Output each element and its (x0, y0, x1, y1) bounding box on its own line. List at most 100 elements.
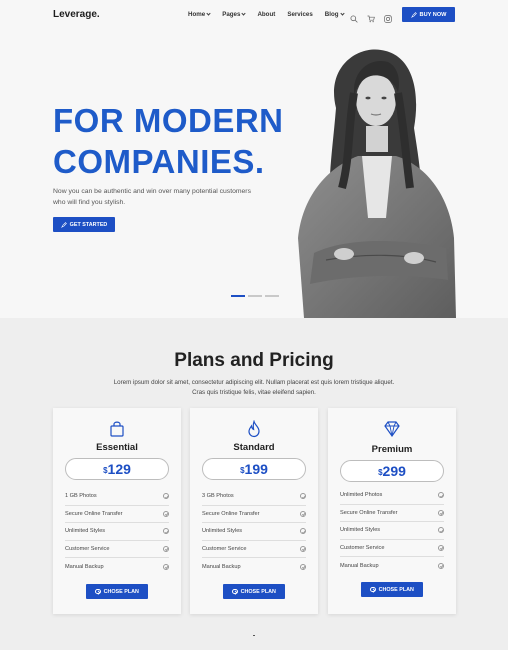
feature-label: Unlimited Styles (65, 528, 106, 535)
hero-section: FOR MODERN COMPANIES. Now you can be aut… (0, 30, 508, 318)
chevron-down-icon (206, 11, 211, 16)
feature-label: Secure Online Transfer (65, 510, 123, 517)
chevron-down-icon (339, 11, 345, 16)
instagram-icon[interactable] (384, 10, 392, 23)
feature-label: Customer Service (202, 545, 247, 552)
rocket-icon (60, 221, 67, 228)
plan-card-essential: Essential $129 1 GB Photos Secure Online… (53, 408, 181, 614)
check-circle-icon (163, 545, 169, 552)
rocket-icon (410, 11, 417, 18)
buy-now-button[interactable]: BUY NOW (402, 7, 455, 22)
choose-plan-button[interactable]: CHOSE PLAN (223, 584, 285, 599)
feature-label: Unlimited Styles (202, 528, 243, 535)
nav-item-home[interactable]: Home (188, 11, 211, 18)
shopping-bag-icon (110, 421, 124, 437)
feature-item: Manual Backup (202, 558, 306, 576)
plan-price: $299 (340, 460, 444, 482)
pricing-section: Plans and Pricing Lorem ipsum dolor sit … (0, 318, 508, 650)
price-amount: 199 (244, 461, 268, 477)
check-circle-icon (438, 544, 444, 551)
feature-label: Customer Service (340, 544, 385, 551)
hero-title: FOR MODERN COMPANIES. (53, 100, 284, 182)
feature-label: 3 GB Photos (202, 493, 234, 500)
nav-item-services[interactable]: Services (287, 11, 312, 18)
logo[interactable]: Leverage. (53, 9, 100, 20)
choose-plan-label: CHOSE PLAN (240, 588, 276, 595)
check-circle-icon (163, 493, 169, 500)
chevron-down-icon (241, 11, 247, 16)
plan-card-premium: Premium $299 Unlimited Photos Secure Onl… (328, 408, 456, 614)
check-circle-icon (438, 492, 444, 499)
feature-item: Secure Online Transfer (340, 505, 444, 522)
plan-features: 1 GB Photos Secure Online Transfer Unlim… (65, 488, 169, 576)
feature-item: 1 GB Photos (65, 488, 169, 506)
feature-item: Customer Service (340, 540, 444, 557)
feature-label: Customer Service (65, 545, 110, 552)
feature-item: Customer Service (202, 541, 306, 558)
check-circle-icon (438, 527, 444, 534)
feature-item: Manual Backup (65, 558, 169, 576)
search-icon[interactable] (350, 10, 358, 23)
slider-dot[interactable] (265, 295, 279, 297)
feature-label: Unlimited Styles (340, 527, 381, 534)
feature-item: Unlimited Styles (202, 523, 306, 541)
feature-item: Unlimited Styles (65, 523, 169, 541)
check-circle-icon (300, 563, 306, 570)
feature-item: Secure Online Transfer (65, 506, 169, 523)
check-circle-icon (438, 562, 444, 569)
arrow-circle-icon (232, 588, 238, 595)
feature-item: Unlimited Photos (340, 487, 444, 505)
plan-name: Essential (96, 442, 138, 453)
slider-dots (231, 295, 279, 297)
plan-price: $199 (202, 458, 306, 480)
check-circle-icon (163, 528, 169, 535)
nav-item-about[interactable]: About (257, 11, 275, 18)
arrow-circle-icon (370, 586, 376, 593)
choose-plan-button[interactable]: CHOSE PLAN (86, 584, 148, 599)
nav-item-label: Pages (222, 11, 241, 18)
choose-plan-label: CHOSE PLAN (378, 586, 414, 593)
get-started-button[interactable]: GET STARTED (53, 217, 115, 232)
price-amount: 129 (107, 461, 131, 477)
scroll-indicator (253, 635, 255, 636)
choose-plan-button[interactable]: CHOSE PLAN (361, 582, 423, 597)
feature-label: 1 GB Photos (65, 493, 97, 500)
pricing-description: Lorem ipsum dolor sit amet, consectetur … (113, 379, 395, 396)
choose-plan-label: CHOSE PLAN (103, 588, 139, 595)
check-circle-icon (438, 509, 444, 516)
feature-label: Secure Online Transfer (340, 509, 398, 516)
feature-item: Manual Backup (340, 557, 444, 575)
hero-woman-image (298, 49, 456, 318)
nav-item-blog[interactable]: Blog (324, 11, 345, 18)
plan-card-standard: Standard $199 3 GB Photos Secure Online … (190, 408, 318, 614)
buy-now-label: BUY NOW (419, 11, 447, 18)
nav-item-label: Home (188, 11, 206, 18)
feature-label: Manual Backup (65, 563, 104, 570)
check-circle-icon (163, 510, 169, 517)
check-circle-icon (300, 545, 306, 552)
main-menu: Home Pages About Services Blog (188, 11, 356, 18)
plan-features: Unlimited Photos Secure Online Transfer … (340, 487, 444, 575)
navbar: Leverage. Home Pages About Services Blog… (0, 0, 508, 30)
hero-title-line: COMPANIES. (53, 143, 265, 180)
feature-item: Unlimited Styles (340, 522, 444, 540)
plan-price: $129 (65, 458, 169, 480)
hero-subtitle: Now you can be authentic and win over ma… (53, 188, 251, 206)
pricing-title: Plans and Pricing (174, 350, 334, 371)
feature-label: Secure Online Transfer (202, 510, 260, 517)
slider-dot[interactable] (248, 295, 262, 297)
feature-label: Manual Backup (340, 562, 379, 569)
plan-name: Premium (371, 444, 413, 455)
check-circle-icon (300, 493, 306, 500)
cart-icon[interactable] (367, 10, 375, 23)
nav-item-pages[interactable]: Pages (222, 11, 247, 18)
arrow-circle-icon (95, 588, 101, 595)
feature-item: Customer Service (65, 541, 169, 558)
check-circle-icon (163, 563, 169, 570)
price-amount: 299 (382, 463, 406, 479)
check-circle-icon (300, 510, 306, 517)
flame-icon (248, 420, 260, 438)
get-started-label: GET STARTED (69, 221, 108, 228)
nav-item-label: Blog (324, 11, 339, 18)
slider-dot[interactable] (231, 295, 245, 297)
